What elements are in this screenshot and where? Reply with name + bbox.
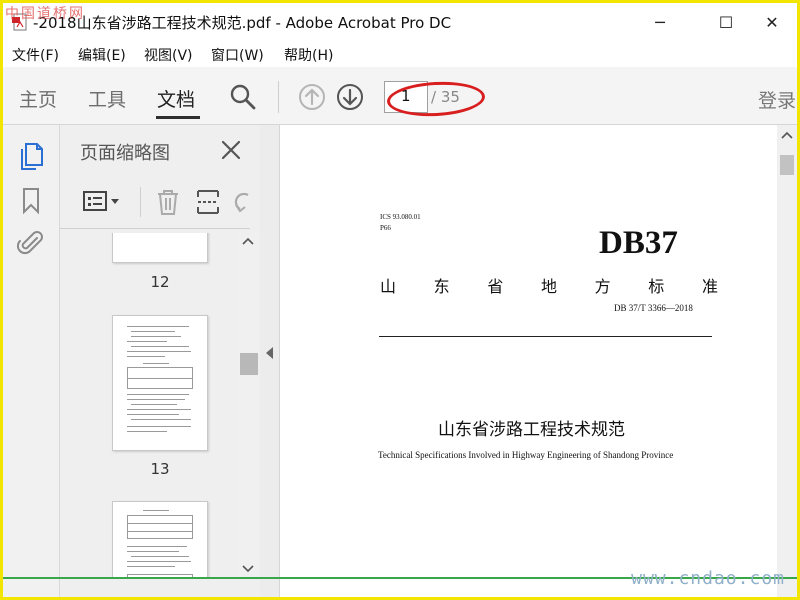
minimize-icon: ─: [655, 12, 665, 32]
navigation-rail: [3, 125, 60, 597]
panel-separator: [140, 187, 141, 217]
collapse-left-icon[interactable]: [266, 347, 274, 359]
document-scrollbar-thumb[interactable]: [780, 155, 794, 175]
document-title-en: Technical Specifications Involved in Hig…: [378, 450, 674, 460]
thumbnail-list: 12 13: [60, 233, 238, 579]
tab-home[interactable]: 主页: [19, 85, 57, 112]
menu-window[interactable]: 窗口(W): [211, 45, 264, 65]
active-tab-indicator: [156, 116, 200, 119]
rotate-icon[interactable]: [234, 187, 250, 217]
previous-page-icon[interactable]: [298, 83, 326, 111]
ics-code: ICS 93.080.01: [380, 213, 421, 221]
standard-name: 山 东 省 地 方 标 准: [380, 273, 718, 297]
close-icon: ✕: [765, 12, 779, 32]
search-icon[interactable]: [229, 83, 257, 111]
document-scrollbar[interactable]: [777, 125, 797, 597]
minimize-button[interactable]: ─: [637, 3, 683, 41]
maximize-button[interactable]: ☐: [703, 3, 749, 41]
thumbnail-page-13[interactable]: [112, 315, 208, 451]
thumbnail-label-12: 12: [150, 273, 170, 291]
menu-edit[interactable]: 编辑(E): [78, 45, 126, 65]
thumbnails-panel: 页面缩略图 12 13: [60, 125, 260, 597]
watermark-bottom: www.cndao.com: [631, 568, 785, 589]
thumbnail-label-13: 13: [150, 460, 170, 478]
close-panel-icon[interactable]: [220, 139, 242, 161]
document-title-cn: 山东省涉路工程技术规范: [438, 420, 625, 440]
sign-in-button[interactable]: 登录: [758, 86, 796, 113]
tab-document[interactable]: 文档: [157, 85, 195, 112]
panel-toolbar: [60, 173, 250, 229]
watermark-top: 中国道桥网: [5, 6, 85, 22]
close-window-button[interactable]: ✕: [749, 3, 795, 41]
standard-name-char: 省: [487, 277, 504, 296]
document-view[interactable]: ICS 93.080.01 P66 DB37 山 东 省 地 方 标 准 DB …: [280, 125, 797, 597]
panel-title: 页面缩略图: [80, 143, 170, 164]
thumbnail-scrollbar-thumb[interactable]: [240, 353, 258, 375]
trash-icon[interactable]: [154, 187, 182, 217]
thumbnail-page-12[interactable]: [112, 233, 208, 263]
thumbnail-scrollbar[interactable]: [238, 233, 258, 579]
window-title: -2018山东省涉路工程技术规范.pdf - Adobe Acrobat Pro…: [33, 14, 452, 32]
thumbnail-page-14[interactable]: [112, 501, 208, 579]
standard-name-char: 标: [648, 277, 665, 296]
standard-name-char: 地: [540, 277, 557, 296]
standard-number: DB 37/T 3366—2018: [614, 303, 693, 313]
options-menu-icon[interactable]: [82, 189, 122, 215]
header-rule: [379, 336, 712, 337]
menu-help[interactable]: 帮助(H): [284, 45, 333, 65]
title-bar: -2018山东省涉路工程技术规范.pdf - Adobe Acrobat Pro…: [3, 3, 797, 41]
standard-code: DB37: [599, 225, 678, 261]
maximize-icon: ☐: [718, 12, 734, 32]
attachment-icon[interactable]: [17, 229, 45, 257]
scroll-up-icon[interactable]: [242, 237, 254, 245]
standard-name-char: 山: [380, 277, 397, 296]
standard-name-char: 方: [594, 277, 611, 296]
standard-name-char: 东: [433, 277, 450, 296]
toolbar-separator: [278, 81, 279, 113]
app-window: 中国道桥网 -2018山东省涉路工程技术规范.pdf - Adobe Acrob…: [3, 3, 797, 597]
doc-scroll-up-icon[interactable]: [781, 131, 793, 139]
p-code: P66: [380, 224, 391, 232]
scroll-down-icon[interactable]: [242, 565, 254, 573]
tab-tools[interactable]: 工具: [88, 85, 126, 112]
next-page-icon[interactable]: [336, 83, 364, 111]
page-thumbnails-icon[interactable]: [17, 141, 45, 171]
standard-name-char: 准: [701, 277, 718, 296]
menu-view[interactable]: 视图(V): [144, 45, 193, 65]
panel-collapse-strip[interactable]: [260, 125, 280, 597]
bookmark-icon[interactable]: [21, 187, 41, 215]
insert-page-icon[interactable]: [194, 187, 222, 217]
menu-bar: 文件(F) 编辑(E) 视图(V) 窗口(W) 帮助(H): [3, 41, 797, 67]
menu-file[interactable]: 文件(F): [12, 45, 59, 65]
main-toolbar: 主页 工具 文档 1 / 35 登录: [3, 67, 797, 125]
